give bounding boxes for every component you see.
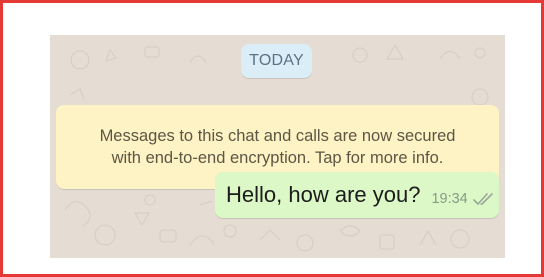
message-meta: 19:34 — [431, 191, 494, 207]
encryption-notice-line-1: Messages to this chat and calls are now … — [99, 127, 456, 145]
encryption-notice-line-2: with end-to-end encryption. Tap for more… — [111, 149, 444, 167]
chat-conversation-area[interactable]: TODAY Messages to this chat and calls ar… — [50, 35, 505, 258]
outgoing-message-bubble[interactable]: Hello, how are you? 19:34 — [215, 172, 499, 218]
screenshot-frame: TODAY Messages to this chat and calls ar… — [0, 0, 544, 277]
date-separator-badge: TODAY — [241, 44, 312, 78]
message-text: Hello, how are you? — [226, 182, 421, 207]
message-timestamp: 19:34 — [431, 191, 468, 207]
double-check-icon — [472, 193, 493, 205]
